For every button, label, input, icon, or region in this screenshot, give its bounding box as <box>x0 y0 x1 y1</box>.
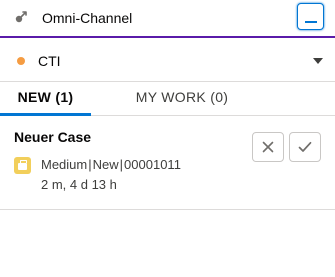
accept-button[interactable] <box>289 132 321 162</box>
work-item-status: New <box>92 157 119 172</box>
minimize-button[interactable] <box>297 3 324 30</box>
decline-button[interactable] <box>252 132 284 162</box>
chevron-down-icon <box>313 58 323 64</box>
work-item-title[interactable]: Neuer Case <box>14 129 91 145</box>
close-icon <box>262 141 274 153</box>
status-label: CTI <box>38 53 61 69</box>
work-item-details: Medium|New|00001011 <box>41 157 181 173</box>
presence-status-selector[interactable]: CTI <box>0 40 335 82</box>
minimize-icon <box>304 21 317 23</box>
work-item-priority: Medium <box>41 157 88 172</box>
tab-new[interactable]: NEW (1) <box>0 82 91 116</box>
work-item-case-number: 00001011 <box>124 157 181 172</box>
panel-header: Omni-Channel <box>0 0 335 38</box>
case-icon <box>14 157 31 174</box>
check-icon <box>298 141 312 152</box>
status-indicator-dot <box>17 57 25 65</box>
tab-my-work[interactable]: MY WORK (0) <box>124 82 240 116</box>
tab-bar: NEW (1) MY WORK (0) <box>0 82 335 116</box>
omni-channel-panel: Omni-Channel CTI NEW (1) MY WORK (0) Neu… <box>0 0 335 277</box>
panel-title: Omni-Channel <box>42 10 133 26</box>
work-item[interactable]: Neuer Case Medium|New|00001011 2 m, 4 d … <box>0 116 335 210</box>
omni-channel-icon <box>12 8 30 26</box>
work-item-elapsed-time: 2 m, 4 d 13 h <box>41 177 117 192</box>
